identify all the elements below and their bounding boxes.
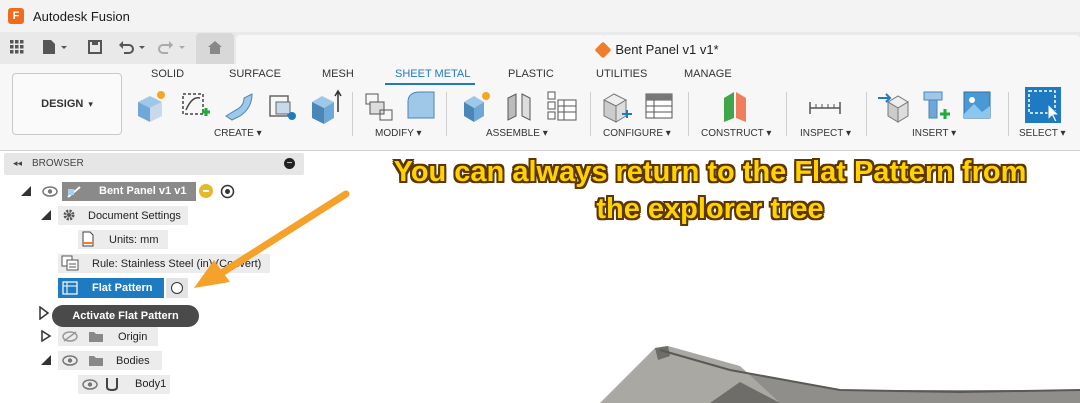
unfold-tool-icon[interactable] xyxy=(362,88,396,124)
app-title: Autodesk Fusion xyxy=(33,8,130,24)
bent-panel-model[interactable] xyxy=(540,330,1080,403)
document-cube-icon xyxy=(594,41,612,58)
measure-tool-icon[interactable] xyxy=(808,88,842,124)
flat-pattern-icon xyxy=(62,281,78,295)
insert-canvas-icon[interactable] xyxy=(960,88,994,124)
group-select[interactable]: SELECT ▾ xyxy=(1019,128,1066,139)
tab-surface[interactable]: SURFACE xyxy=(229,68,281,80)
component-icon xyxy=(67,186,81,198)
visibility-eye-icon[interactable] xyxy=(62,355,78,366)
flat-pattern-node[interactable]: Flat Pattern xyxy=(58,278,188,298)
ribbon-separator xyxy=(446,92,447,136)
workspace-label: DESIGN xyxy=(41,98,84,110)
group-insert[interactable]: INSERT ▾ xyxy=(912,128,956,139)
joint-tool-icon[interactable] xyxy=(502,88,536,124)
ribbon-separator xyxy=(786,92,787,136)
construct-plane-icon[interactable] xyxy=(718,88,752,124)
file-menu-icon[interactable] xyxy=(42,39,70,55)
expand-triangle-icon[interactable] xyxy=(40,354,52,366)
group-construct[interactable]: CONSTRUCT ▾ xyxy=(701,128,771,139)
grid-apps-icon[interactable] xyxy=(10,40,24,56)
fusion-logo-icon: F xyxy=(8,8,24,24)
select-tool-icon[interactable] xyxy=(1024,86,1062,124)
expand-triangle-icon[interactable] xyxy=(20,185,32,197)
configuration-table-icon[interactable] xyxy=(642,88,676,124)
tab-solid[interactable]: SOLID xyxy=(151,68,184,80)
ribbon-separator xyxy=(590,92,591,136)
document-settings-label: Document Settings xyxy=(88,210,181,222)
redo-icon[interactable] xyxy=(158,40,188,56)
refold-tool-icon[interactable] xyxy=(404,88,438,124)
body-icon xyxy=(106,378,118,392)
tab-mesh[interactable]: MESH xyxy=(322,68,354,80)
units-label: Units: mm xyxy=(109,234,159,246)
ribbon-separator xyxy=(866,92,867,136)
flange-tool-icon[interactable] xyxy=(134,88,168,124)
origin-label: Origin xyxy=(118,331,148,343)
extrude-tool-icon[interactable] xyxy=(308,88,342,124)
hidden-eye-icon[interactable] xyxy=(62,331,78,342)
bodies-label: Bodies xyxy=(116,355,150,367)
group-configure[interactable]: CONFIGURE ▾ xyxy=(603,128,671,139)
tab-plastic[interactable]: PLASTIC xyxy=(508,68,554,80)
annotation-arrow-icon xyxy=(194,190,350,288)
ribbon-separator xyxy=(352,92,353,136)
new-component-icon[interactable] xyxy=(460,88,494,124)
document-title: Bent Panel v1 v1* xyxy=(615,42,719,57)
expand-triangle-icon[interactable] xyxy=(40,209,52,221)
document-tab[interactable]: Bent Panel v1 v1* xyxy=(236,35,1080,64)
annotation-callout: You can always return to the Flat Patter… xyxy=(350,154,1070,228)
workspace-switcher-button[interactable]: DESIGN ▾ xyxy=(12,73,122,135)
expand-triangle-icon[interactable] xyxy=(38,306,50,320)
ribbon-separator xyxy=(688,92,689,136)
configure-model-icon[interactable] xyxy=(600,88,634,124)
insert-mcmaster-icon[interactable] xyxy=(918,88,952,124)
flat-pattern-label: Flat Pattern xyxy=(92,282,153,294)
annotation-line-1: You can always return to the Flat Patter… xyxy=(393,156,1027,188)
group-inspect[interactable]: INSPECT ▾ xyxy=(800,128,851,139)
visibility-eye-icon[interactable] xyxy=(82,379,98,390)
sketch-tool-icon[interactable] xyxy=(178,88,212,124)
save-icon[interactable] xyxy=(88,40,102,56)
tab-sheet-metal[interactable]: SHEET METAL xyxy=(395,68,470,80)
group-modify[interactable]: MODIFY ▾ xyxy=(375,128,422,139)
collapse-browser-icon[interactable]: ◂◂ xyxy=(13,158,22,169)
body1-label: Body1 xyxy=(135,378,167,390)
minimize-browser-icon[interactable]: − xyxy=(284,158,295,169)
active-tab-indicator xyxy=(385,83,475,85)
activate-flat-pattern-tooltip: Activate Flat Pattern xyxy=(52,305,199,327)
home-icon xyxy=(208,41,222,54)
ribbon: DESIGN ▾ SOLID SURFACE MESH SHEET METAL … xyxy=(0,64,1080,151)
group-create[interactable]: CREATE ▾ xyxy=(214,128,262,139)
undo-icon[interactable] xyxy=(118,40,148,56)
annotation-line-2: the explorer tree xyxy=(596,193,824,225)
gear-icon xyxy=(63,209,75,221)
title-bar: F Autodesk Fusion xyxy=(0,0,1080,32)
ribbon-separator xyxy=(1008,92,1009,136)
browser-header: ◂◂ BROWSER − xyxy=(4,153,304,175)
expand-triangle-icon[interactable] xyxy=(40,330,52,342)
units-document-icon xyxy=(82,231,94,247)
home-tab[interactable] xyxy=(196,33,234,64)
insert-derive-icon[interactable] xyxy=(876,88,910,124)
folder-icon xyxy=(89,356,103,366)
dropdown-arrow-icon: ▾ xyxy=(88,98,93,109)
sheet-metal-rule-icon xyxy=(61,255,79,271)
group-assemble[interactable]: ASSEMBLE ▾ xyxy=(486,128,548,139)
tab-manage[interactable]: MANAGE xyxy=(684,68,732,80)
hem-tool-icon[interactable] xyxy=(266,88,300,124)
browser-title: BROWSER xyxy=(32,158,84,169)
bill-of-materials-icon[interactable] xyxy=(544,88,578,124)
visibility-eye-icon[interactable] xyxy=(42,186,58,197)
root-node-label: Bent Panel v1 v1 xyxy=(99,185,187,197)
folder-icon xyxy=(89,332,103,342)
bend-tool-icon[interactable] xyxy=(222,88,256,124)
tab-utilities[interactable]: UTILITIES xyxy=(596,68,647,80)
